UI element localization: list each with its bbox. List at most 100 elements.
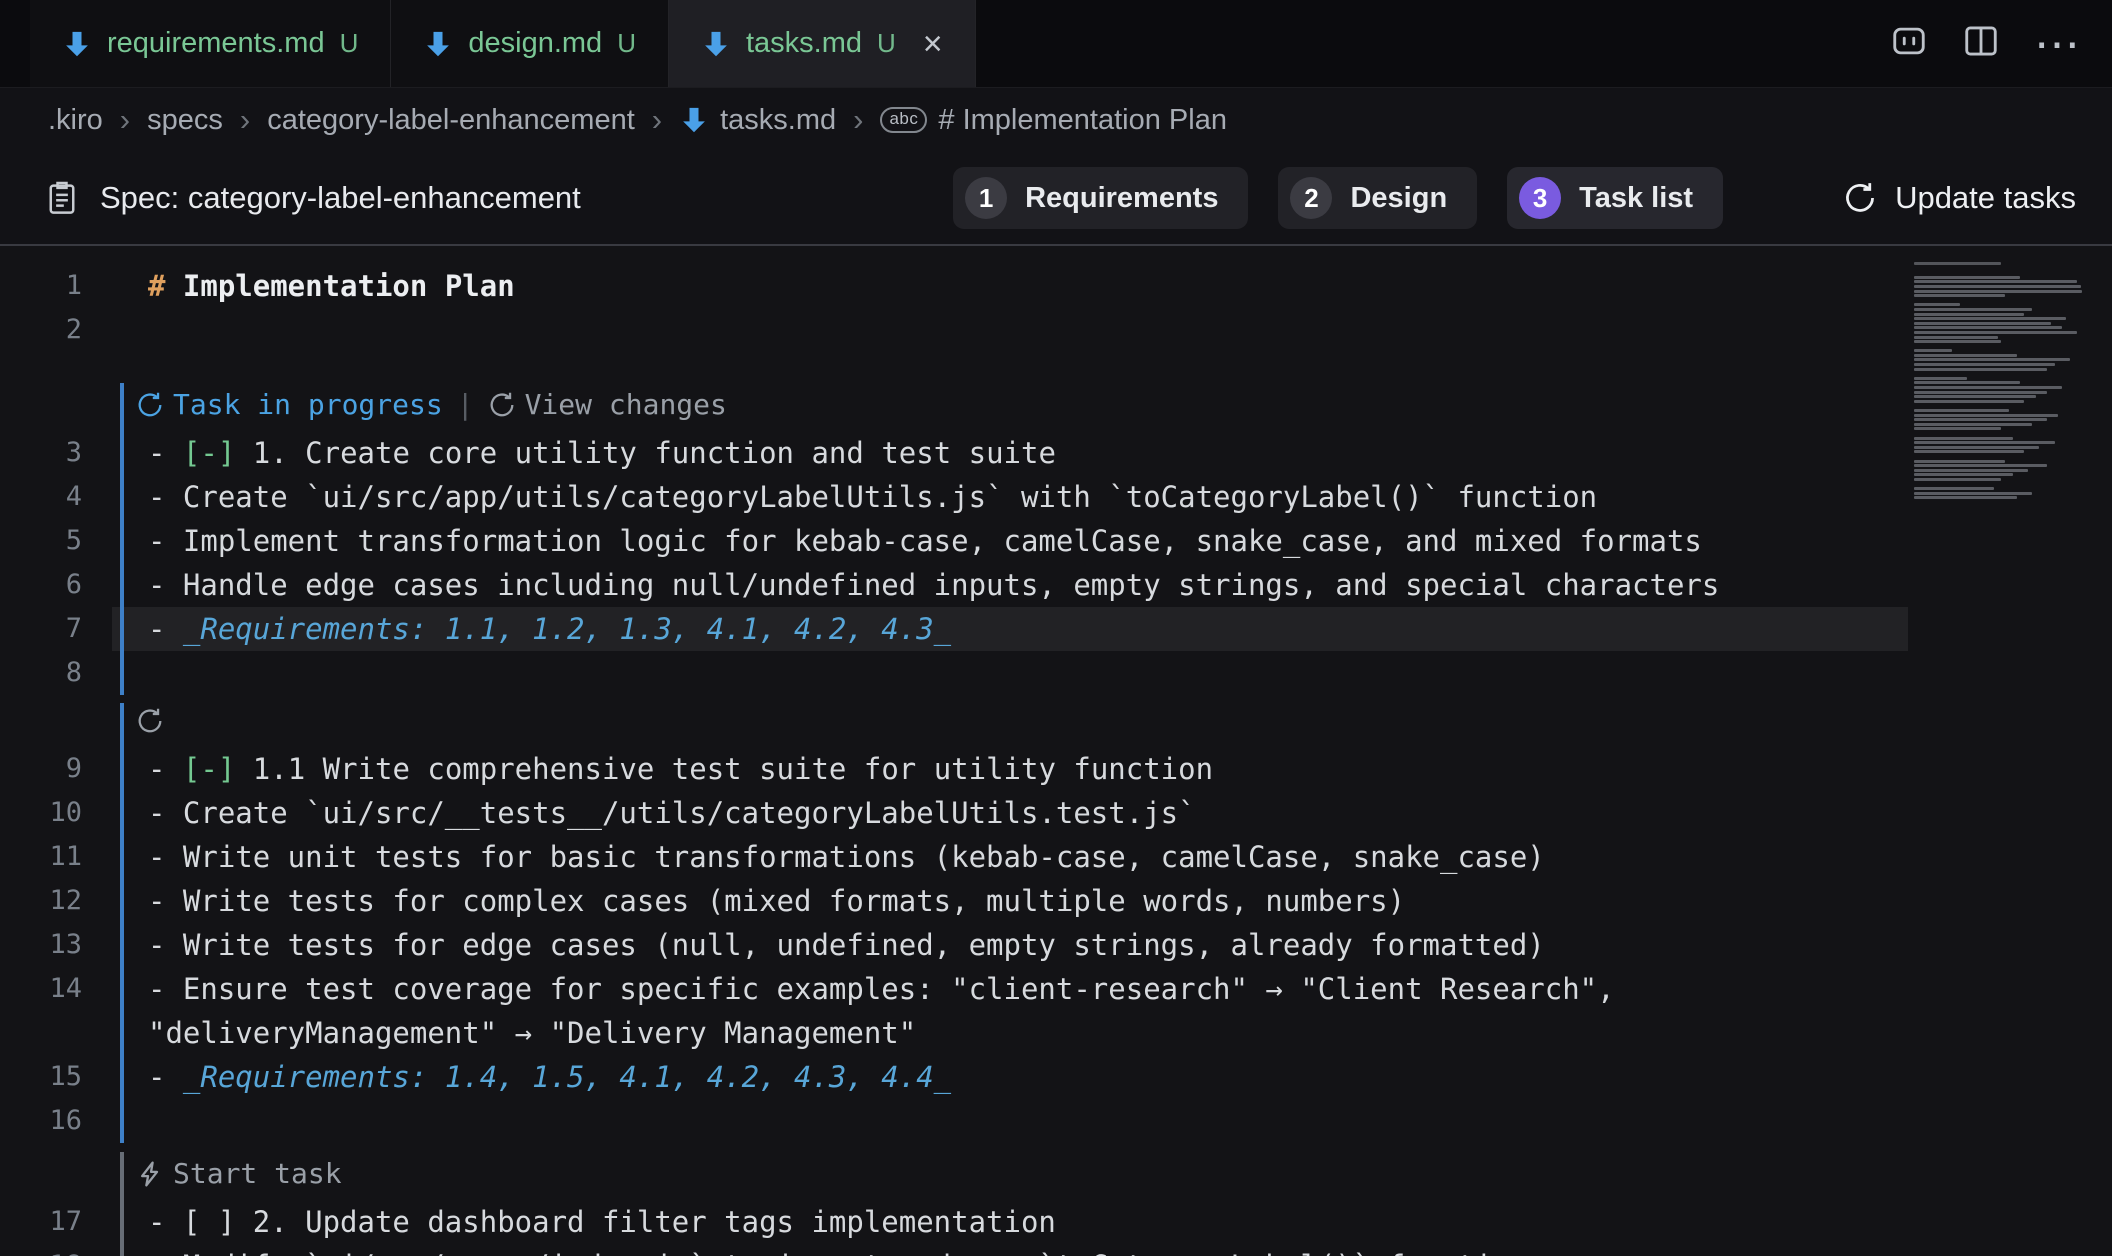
codelens-row[interactable]: Start task bbox=[0, 1152, 2112, 1200]
code-line[interactable]: 11- Write unit tests for basic transform… bbox=[0, 835, 2112, 879]
tab-requirements[interactable]: requirements.md U bbox=[30, 0, 391, 87]
chevron-right-icon: › bbox=[650, 102, 664, 138]
spec-title: Spec: category-label-enhancement bbox=[44, 180, 581, 216]
minimap-line bbox=[1914, 400, 2024, 403]
step-label: Requirements bbox=[1025, 182, 1218, 215]
minimap-line bbox=[1914, 280, 2077, 283]
codelens-row[interactable]: Task in progress | View changes bbox=[0, 383, 2112, 431]
breadcrumb-item-file[interactable]: tasks.md bbox=[679, 104, 836, 137]
minimap-line bbox=[1914, 460, 2005, 463]
code-line[interactable]: "deliveryManagement" → "Delivery Managem… bbox=[0, 1011, 2112, 1055]
code-line[interactable]: 8 bbox=[0, 651, 2112, 695]
close-tab-icon[interactable]: × bbox=[923, 27, 943, 61]
code-line[interactable]: 4- Create `ui/src/app/utils/categoryLabe… bbox=[0, 475, 2112, 519]
minimap-line bbox=[1914, 317, 2066, 320]
minimap-line bbox=[1914, 386, 2062, 389]
spec-steps: 1 Requirements 2 Design 3 Task list bbox=[953, 167, 1723, 229]
minimap-line bbox=[1914, 368, 2047, 371]
breadcrumb-item-kiro[interactable]: .kiro bbox=[48, 104, 103, 137]
minimap-line bbox=[1914, 322, 2051, 325]
markdown-file-icon bbox=[62, 29, 92, 59]
code-text: - Handle edge cases including null/undef… bbox=[148, 568, 1719, 602]
codelens-separator: | bbox=[457, 383, 474, 427]
tab-tasks[interactable]: tasks.md U × bbox=[669, 0, 976, 87]
git-status-badge: U bbox=[617, 28, 636, 59]
code-line[interactable]: 5- Implement transformation logic for ke… bbox=[0, 519, 2112, 563]
minimap-line bbox=[1914, 303, 1960, 306]
spec-title-label: Spec: category-label-enhancement bbox=[100, 180, 581, 216]
minimap-line bbox=[1914, 487, 1994, 490]
agent-icon[interactable] bbox=[1890, 22, 1928, 65]
clipboard-icon bbox=[44, 180, 80, 216]
task-block-bar bbox=[120, 651, 124, 695]
code-line[interactable]: 12- Write tests for complex cases (mixed… bbox=[0, 879, 2112, 923]
minimap-line bbox=[1914, 446, 2039, 449]
minimap-line bbox=[1914, 313, 2024, 316]
code-text: - bbox=[148, 1060, 183, 1094]
code-line[interactable]: 9- [-] 1.1 Write comprehensive test suit… bbox=[0, 747, 2112, 791]
tab-bar: requirements.md U design.md U tasks.md U… bbox=[0, 0, 2112, 88]
editor[interactable]: 1# Implementation Plan2 Task in progress |… bbox=[0, 246, 2112, 1256]
codelens-row[interactable] bbox=[0, 703, 2112, 747]
step-number: 1 bbox=[965, 177, 1007, 219]
breadcrumb-item-specs[interactable]: specs bbox=[147, 104, 223, 137]
chevron-right-icon: › bbox=[118, 102, 132, 138]
chevron-right-icon: › bbox=[851, 102, 865, 138]
code-text: - bbox=[148, 612, 183, 646]
more-actions-icon[interactable]: ⋯ bbox=[2034, 21, 2082, 67]
codelens-link[interactable] bbox=[136, 707, 173, 735]
markdown-file-icon bbox=[679, 105, 709, 135]
code-line[interactable]: 16 bbox=[0, 1099, 2112, 1143]
tab-bar-left-pad bbox=[0, 0, 30, 87]
tab-label: requirements.md bbox=[107, 27, 325, 60]
minimap-line bbox=[1914, 363, 2055, 366]
minimap-line bbox=[1914, 441, 2055, 444]
code-line[interactable]: 13- Write tests for edge cases (null, un… bbox=[0, 923, 2112, 967]
codelens-link[interactable]: Task in progress bbox=[136, 383, 443, 427]
minimap-line bbox=[1914, 349, 1952, 352]
code-text: - Write tests for edge cases (null, unde… bbox=[148, 928, 1545, 962]
code-line[interactable]: 3- [-] 1. Create core utility function a… bbox=[0, 431, 2112, 475]
minimap-line bbox=[1914, 414, 2058, 417]
code-text: - Modify `ui/src/pages/index.js` to impo… bbox=[148, 1249, 1527, 1256]
step-number: 2 bbox=[1290, 177, 1332, 219]
step-design[interactable]: 2 Design bbox=[1278, 167, 1477, 229]
line-number[interactable]: 8 bbox=[0, 651, 82, 695]
code-line[interactable]: 1# Implementation Plan bbox=[0, 264, 2112, 308]
codelens-link[interactable]: View changes bbox=[488, 383, 727, 427]
code-text: - Write tests for complex cases (mixed f… bbox=[148, 884, 1405, 918]
step-requirements[interactable]: 1 Requirements bbox=[953, 167, 1248, 229]
update-tasks-label: Update tasks bbox=[1895, 180, 2076, 216]
step-number: 3 bbox=[1519, 177, 1561, 219]
breadcrumb-item-symbol[interactable]: abc # Implementation Plan bbox=[880, 104, 1226, 137]
update-tasks-button[interactable]: Update tasks bbox=[1843, 180, 2076, 216]
minimap-line bbox=[1914, 381, 2020, 384]
breadcrumb-item-folder[interactable]: category-label-enhancement bbox=[267, 104, 635, 137]
code-line[interactable]: 15- _Requirements: 1.4, 1.5, 4.1, 4.2, 4… bbox=[0, 1055, 2112, 1099]
tab-design[interactable]: design.md U bbox=[391, 0, 669, 87]
code-line[interactable]: 18- Modify `ui/src/pages/index.js` to im… bbox=[0, 1244, 2112, 1256]
step-task-list[interactable]: 3 Task list bbox=[1507, 167, 1723, 229]
minimap-line bbox=[1914, 473, 2013, 476]
line-number[interactable]: 16 bbox=[0, 1099, 82, 1143]
minimap-line bbox=[1914, 308, 2032, 311]
minimap-line bbox=[1914, 331, 2077, 334]
step-label: Design bbox=[1350, 182, 1447, 215]
code-line[interactable]: 2 bbox=[0, 308, 2112, 352]
code-line[interactable]: 6- Handle edge cases including null/unde… bbox=[0, 563, 2112, 607]
breadcrumb-file-label: tasks.md bbox=[720, 104, 836, 137]
line-number[interactable]: 2 bbox=[0, 308, 82, 352]
minimap-line bbox=[1914, 358, 2070, 361]
split-editor-icon[interactable] bbox=[1962, 22, 2000, 65]
code-line[interactable]: 17- [ ] 2. Update dashboard filter tags … bbox=[0, 1200, 2112, 1244]
minimap[interactable] bbox=[1914, 262, 2092, 501]
codelens-link[interactable]: Start task bbox=[136, 1152, 342, 1196]
code-text: 1.1 Write comprehensive test suite for u… bbox=[235, 752, 1213, 786]
code-line[interactable]: 14- Ensure test coverage for specific ex… bbox=[0, 967, 2112, 1011]
refresh-icon bbox=[1843, 181, 1877, 215]
minimap-line bbox=[1914, 469, 2028, 472]
code-line[interactable]: 7- _Requirements: 1.1, 1.2, 1.3, 4.1, 4.… bbox=[0, 607, 2112, 651]
minimap-line bbox=[1914, 450, 2024, 453]
code-line[interactable]: 10- Create `ui/src/__tests__/utils/categ… bbox=[0, 791, 2112, 835]
minimap-line bbox=[1914, 326, 2062, 329]
